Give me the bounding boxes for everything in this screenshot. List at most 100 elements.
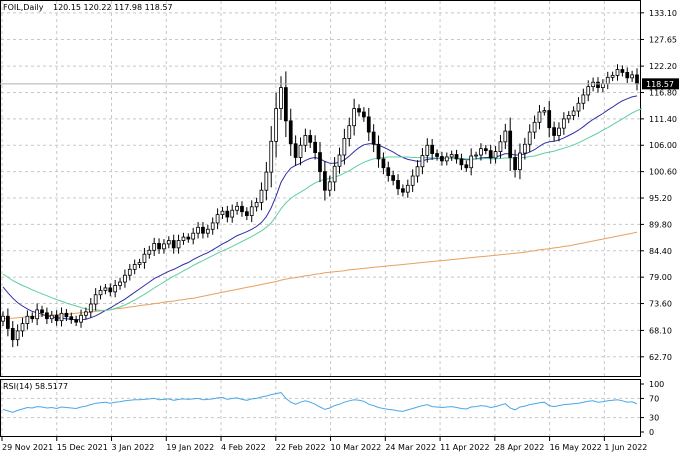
x-tick-label: 24 Mar 2022 [385, 443, 436, 452]
candle-body-up [615, 69, 620, 76]
candle-body-up [586, 86, 591, 96]
candle-body-down [552, 127, 556, 136]
candle-body-up [191, 232, 196, 240]
candle-body-up [79, 314, 83, 323]
last-price-label: 118.57 [646, 80, 674, 89]
y-tick-label: 89.80 [649, 220, 672, 229]
candle-body-up [181, 236, 186, 241]
y-tick-label: 73.60 [649, 300, 672, 309]
candle-body-down [464, 164, 469, 169]
candle-body-down [625, 72, 630, 79]
candle-body-down [54, 314, 59, 322]
candle-body-up [103, 287, 108, 291]
candle-body-down [620, 69, 625, 73]
candle-body-up [49, 314, 54, 320]
candle-body-down [64, 312, 69, 318]
candle-body-up [352, 108, 357, 127]
candle-body-down [440, 156, 444, 162]
candle-body-down [635, 74, 639, 85]
candle-body-up [249, 206, 254, 217]
candle-body-down [381, 158, 386, 169]
candle-body-up [147, 249, 152, 255]
candle-body-up [235, 205, 239, 211]
candle-body-down [596, 81, 600, 88]
chart-header-symbol: FOIL,Daily [3, 3, 44, 12]
candle-body-up [1, 315, 5, 322]
candle-body-down [459, 158, 464, 166]
y-tick-label: 62.70 [649, 353, 672, 362]
candle-body-up [142, 253, 147, 263]
candle-body-down [386, 167, 391, 176]
candle-body-up [166, 240, 171, 245]
candle-body-down [362, 111, 366, 118]
candle-body-up [410, 175, 415, 186]
x-tick-label: 1 Jun 2022 [604, 443, 647, 452]
candle-body-down [366, 116, 371, 133]
candle-body-down [371, 131, 376, 145]
main-panel [0, 0, 641, 377]
candle-body-up [571, 110, 576, 116]
candle-body-up [88, 303, 93, 313]
candle-body-up [503, 130, 508, 143]
candle-body-up [493, 151, 498, 159]
candle-body-down [547, 110, 552, 129]
candle-body-up [20, 323, 25, 332]
candle-body-up [420, 155, 425, 168]
candle-body-down [396, 180, 400, 190]
x-tick-label: 11 Apr 2022 [440, 443, 489, 452]
candle-body-up [118, 281, 122, 286]
y-tick-label: 116.80 [649, 88, 677, 97]
candle-body-up [342, 138, 347, 156]
candle-body-down [454, 154, 459, 160]
x-tick-label: 10 Mar 2022 [331, 443, 382, 452]
candle-body-up [152, 243, 157, 251]
x-tick-label: 4 Feb 2022 [221, 443, 266, 452]
candle-body-up [566, 115, 571, 120]
candle-body-down [74, 319, 79, 323]
candle-body-down [6, 315, 10, 329]
x-tick-label: 3 Jan 2022 [112, 443, 155, 452]
candle-body-up [35, 309, 40, 320]
candle-body-up [532, 121, 537, 133]
candle-body-up [479, 148, 483, 156]
candle-body-up [605, 76, 610, 85]
candle-body-down [513, 157, 517, 171]
candle-body-up [215, 214, 220, 224]
candle-body-up [630, 74, 634, 79]
rsi-tick-label: 0 [649, 428, 654, 437]
candle-body-up [405, 184, 410, 193]
candle-body-up [84, 311, 88, 316]
candle-body-up [269, 140, 274, 173]
candle-body-down [308, 135, 313, 143]
candle-body-down [225, 210, 230, 218]
y-tick-label: 133.10 [649, 9, 677, 18]
candle-body-up [347, 125, 352, 139]
candle-body-down [30, 315, 35, 320]
candle-body-up [196, 226, 200, 234]
candle-body-up [176, 240, 181, 249]
candle-body-up [210, 222, 215, 230]
candle-body-up [298, 144, 303, 158]
rsi-panel [0, 379, 641, 437]
candle-body-down [69, 316, 74, 321]
candle-body-up [474, 154, 478, 157]
x-tick-label: 15 Dec 2021 [57, 443, 108, 452]
candle-body-up [576, 102, 581, 112]
candle-body-down [201, 226, 205, 234]
candle-body-up [561, 118, 566, 129]
rsi-tick-label: 100 [649, 380, 664, 389]
candle-body-up [127, 268, 132, 276]
candle-body-up [518, 152, 522, 171]
candle-body-up [610, 74, 615, 78]
candle-body-up [444, 156, 449, 162]
x-tick-label: 28 Apr 2022 [495, 443, 544, 452]
y-tick-label: 79.00 [649, 273, 672, 282]
candle-body-up [557, 127, 561, 136]
candle-body-up [259, 189, 264, 203]
candle-body-up [542, 110, 547, 113]
candle-body-up [123, 274, 127, 283]
x-tick-label: 22 Feb 2022 [276, 443, 326, 452]
candle-body-up [415, 166, 420, 177]
candle-body-up [527, 131, 532, 145]
candle-body-up [498, 141, 503, 152]
